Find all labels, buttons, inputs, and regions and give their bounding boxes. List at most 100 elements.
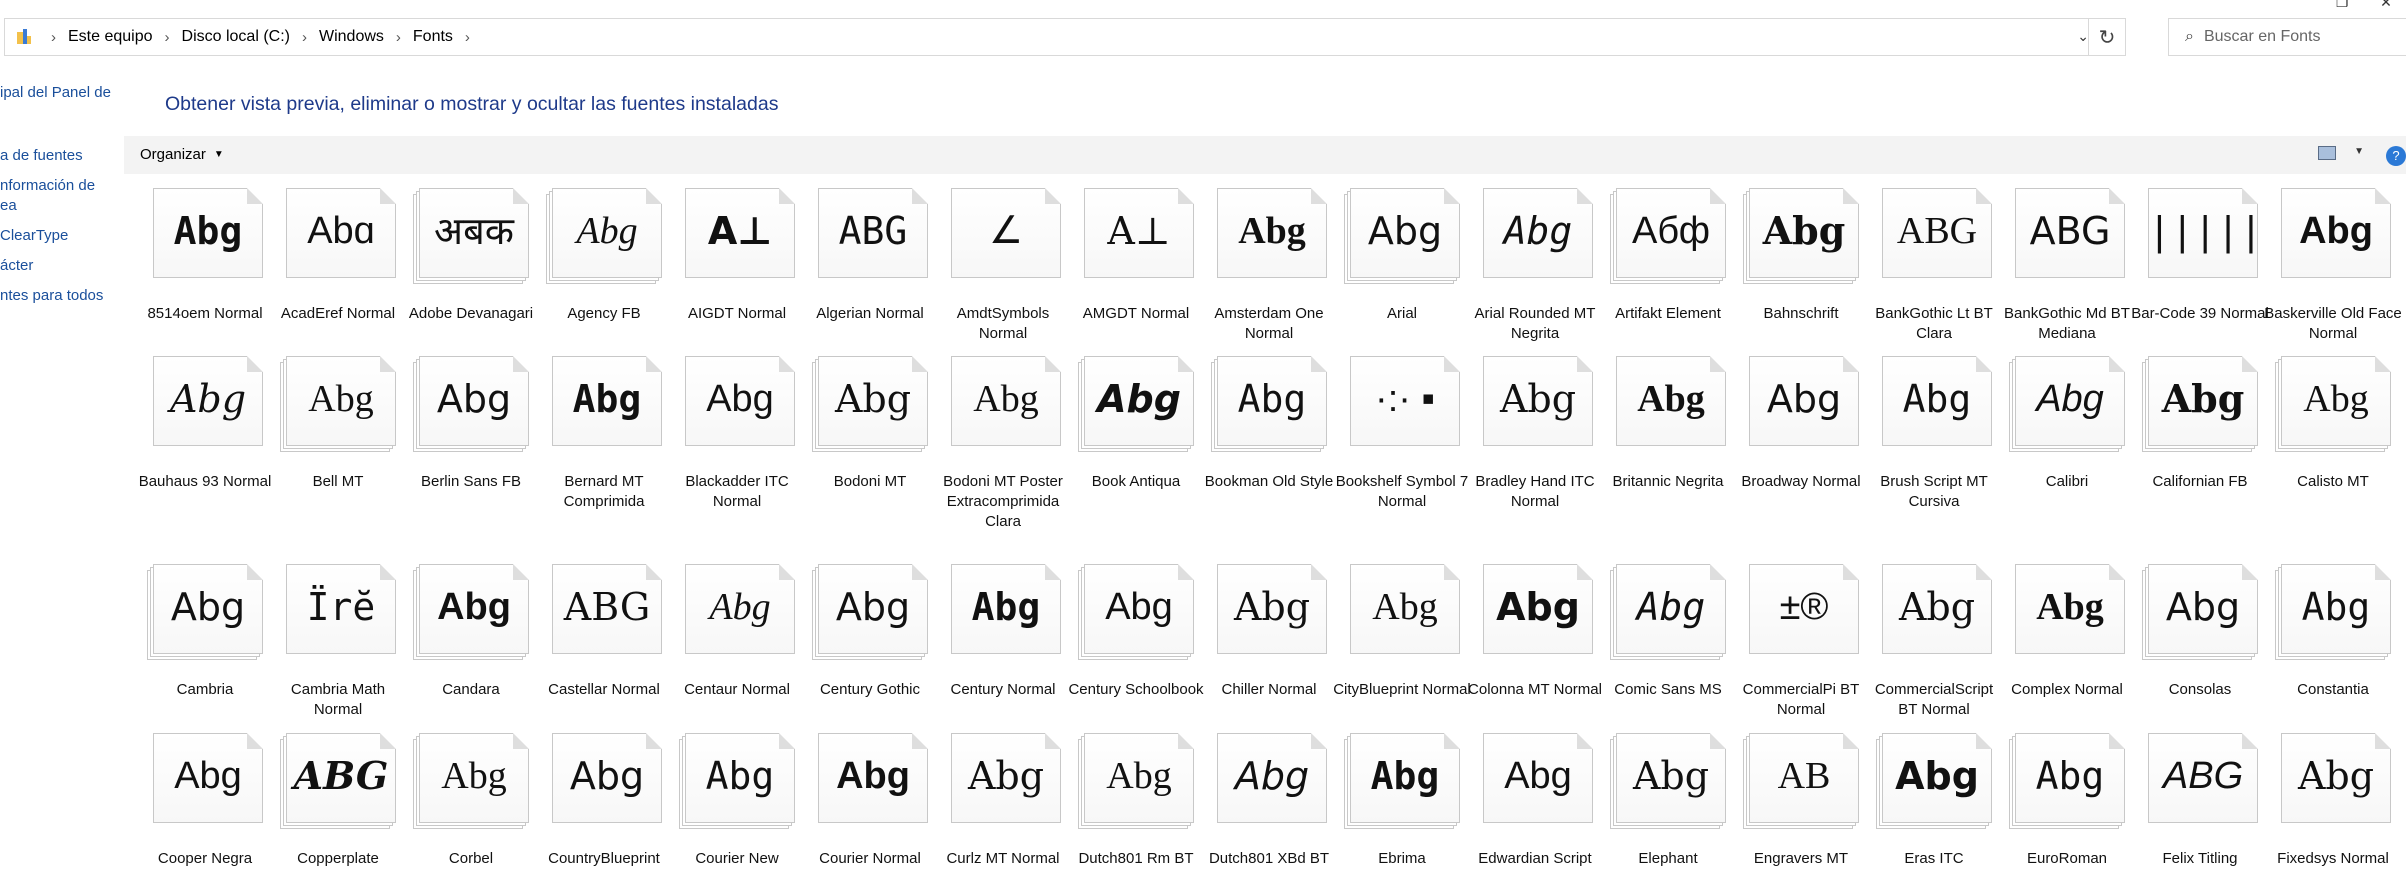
font-sample: Ïrĕ — [306, 585, 376, 629]
font-sample: Abg — [2036, 378, 2104, 420]
font-sample: Abg — [437, 586, 511, 628]
breadcrumb-disco-local[interactable]: Disco local (C:) — [178, 28, 294, 46]
dog-ear — [380, 733, 396, 749]
dog-ear — [779, 356, 795, 372]
nav-link-cleartype[interactable]: ClearType — [0, 227, 68, 244]
help-icon[interactable]: ? — [2386, 146, 2406, 166]
font-sample: Abg — [174, 755, 242, 797]
dog-ear — [1311, 356, 1327, 372]
font-thumbnail: Abg — [1344, 564, 1462, 664]
font-sample: Abg — [1370, 754, 1440, 798]
font-thumbnail: Abg — [1477, 733, 1595, 833]
font-name-label: Algerian Normal — [816, 305, 924, 322]
breadcrumb-separator-icon[interactable]: › — [43, 29, 64, 46]
font-thumbnail: ·:· ▪ — [1344, 356, 1462, 456]
nav-link-panel-home[interactable]: ipal del Panel de — [0, 84, 111, 101]
font-name-label: Bodoni MT — [833, 473, 907, 490]
organize-button[interactable]: Organizar ▼ — [140, 146, 224, 163]
breadcrumb-separator-icon[interactable]: › — [457, 29, 478, 46]
font-thumbnail: Abg — [1610, 356, 1728, 456]
dog-ear — [1045, 188, 1061, 204]
font-sample: Abg — [1106, 755, 1172, 797]
font-sample: Abg — [1233, 585, 1311, 629]
dog-ear — [1976, 356, 1992, 372]
font-thumbnail: Abg — [280, 356, 398, 456]
view-icon[interactable] — [2318, 146, 2336, 160]
font-thumbnail: ABG — [280, 733, 398, 833]
font-name-label: EuroRoman — [2026, 850, 2108, 867]
font-sample: Abg — [1898, 585, 1976, 629]
nav-link-character[interactable]: ácter — [0, 257, 33, 274]
font-name-label: Calibri — [2045, 473, 2089, 490]
caret-down-icon[interactable]: ▼ — [2354, 146, 2364, 157]
dog-ear — [2375, 564, 2391, 580]
breadcrumb-separator-icon[interactable]: › — [157, 29, 178, 46]
font-thumbnail: Abg — [2275, 564, 2393, 664]
font-name-label: Bodoni MT Poster Extracomprimida Clara — [943, 473, 1063, 530]
nav-link-font-info[interactable]: nformación de — [0, 177, 95, 194]
font-name-label: Courier New — [695, 850, 779, 867]
font-name-label: Constantia — [2297, 681, 2369, 698]
font-thumbnail: Abg — [147, 356, 265, 456]
font-thumbnail: Abg — [147, 733, 265, 833]
font-thumbnail: ABG — [546, 564, 664, 664]
font-thumbnail: ||||||||| — [2142, 188, 2260, 288]
font-sample: AB — [1777, 755, 1831, 797]
dog-ear — [2242, 356, 2258, 372]
breadcrumb-windows[interactable]: Windows — [315, 28, 388, 46]
address-bar[interactable]: › Este equipo › Disco local (C:) › Windo… — [4, 18, 2126, 56]
font-name-label: Felix Titling — [2162, 850, 2238, 867]
nav-link-font-info-cont[interactable]: ea — [0, 197, 17, 214]
breadcrumb-separator-icon[interactable]: › — [388, 29, 409, 46]
font-name-label: AIGDT Normal — [687, 305, 787, 322]
restore-icon[interactable]: ❐ — [2322, 0, 2362, 11]
font-name-label: Britannic Negrita — [1612, 473, 1724, 490]
font-name-label: Bahnschrift — [1763, 305, 1839, 322]
font-name-label: Colonna MT Normal — [1468, 681, 1602, 698]
font-sample: Abg — [1237, 377, 1307, 421]
font-thumbnail: Abɑ — [280, 188, 398, 288]
breadcrumb-fonts[interactable]: Fonts — [409, 28, 457, 46]
font-thumbnail: Abg — [945, 356, 1063, 456]
font-sample: ·:· ▪ — [1375, 378, 1435, 420]
font-thumbnail: ABG — [1876, 188, 1994, 288]
dog-ear — [1577, 733, 1593, 749]
font-thumbnail: Abg — [1078, 564, 1196, 664]
close-icon[interactable]: ✕ — [2366, 0, 2406, 11]
font-sample: ABG — [2162, 755, 2244, 797]
dog-ear — [1710, 564, 1726, 580]
font-name-label: AMGDT Normal — [1082, 305, 1190, 322]
breadcrumb-separator-icon[interactable]: › — [294, 29, 315, 46]
dog-ear — [1710, 356, 1726, 372]
font-name-label: Cooper Negra — [157, 850, 253, 867]
dog-ear — [779, 188, 795, 204]
font-thumbnail: Abg — [1610, 564, 1728, 664]
font-sample: Abg — [1496, 585, 1580, 629]
font-sample: Abɑ — [307, 210, 375, 252]
dog-ear — [1843, 733, 1859, 749]
dog-ear — [1577, 188, 1593, 204]
font-thumbnail: Abg — [1211, 733, 1329, 833]
font-sample: ±® — [1779, 586, 1829, 628]
font-sample: Abg — [1367, 209, 1443, 253]
nav-link-font-settings[interactable]: a de fuentes — [0, 147, 83, 164]
dog-ear — [380, 188, 396, 204]
nav-link-fonts-all[interactable]: ntes para todos — [0, 287, 103, 304]
dog-ear — [1976, 733, 1992, 749]
font-thumbnail: Abg — [1211, 188, 1329, 288]
font-sample: Abg — [1238, 210, 1306, 252]
dog-ear — [779, 564, 795, 580]
font-sample: Abg — [173, 209, 243, 253]
font-sample: Abg — [973, 378, 1039, 420]
font-sample: Abg — [1503, 209, 1573, 253]
font-thumbnail: Abg — [2009, 356, 2127, 456]
search-input[interactable]: ⌕ Buscar en Fonts — [2168, 18, 2406, 56]
dog-ear — [1843, 564, 1859, 580]
font-thumbnail: अबक — [413, 188, 531, 288]
font-thumbnail: Abg — [1078, 356, 1196, 456]
font-thumbnail: Abg — [812, 733, 930, 833]
breadcrumb-este-equipo[interactable]: Este equipo — [64, 28, 157, 46]
font-thumbnail: Abg — [546, 733, 664, 833]
refresh-icon[interactable]: ↻ — [2088, 19, 2125, 55]
font-thumbnail: Abg — [546, 356, 664, 456]
